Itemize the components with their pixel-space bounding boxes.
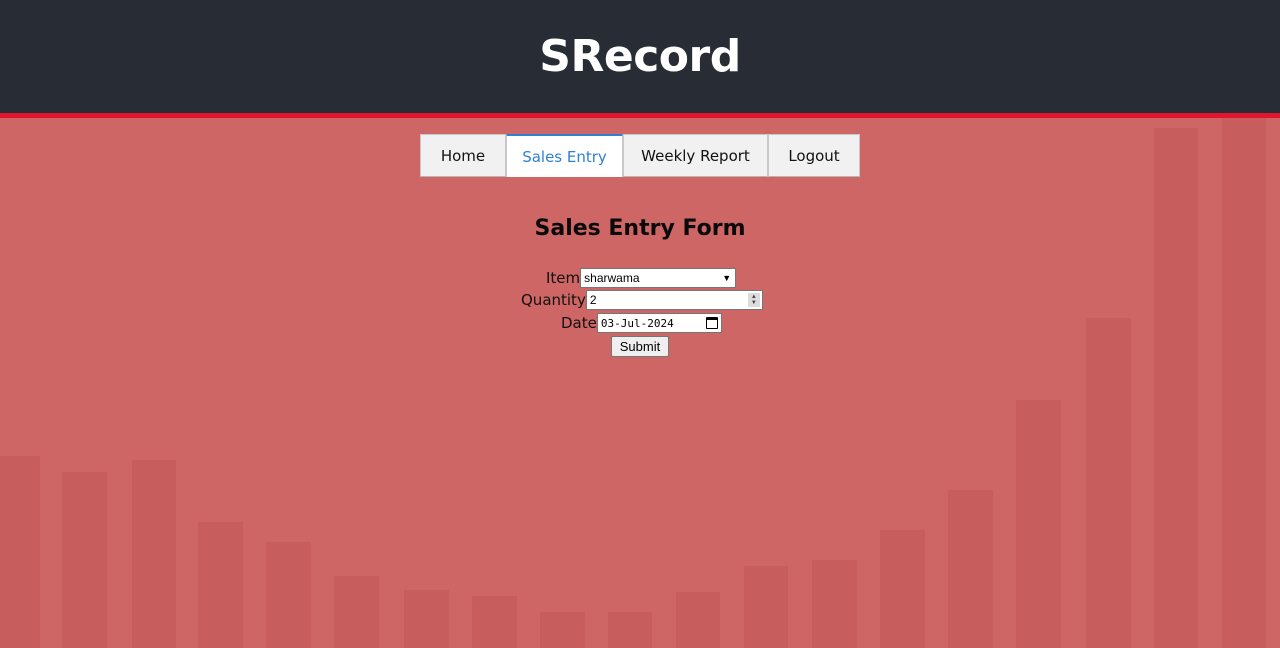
- background-bar: [1086, 318, 1131, 648]
- background-bar: [472, 596, 517, 648]
- app-header: SRecord: [0, 0, 1280, 118]
- tab-sales-entry[interactable]: Sales Entry: [506, 134, 623, 177]
- background-bar: [334, 576, 379, 648]
- quantity-row: Quantity 2 ▲ ▼: [521, 290, 763, 310]
- chevron-down-icon: ▼: [722, 273, 732, 283]
- tab-logout[interactable]: Logout: [768, 134, 860, 177]
- form-title: Sales Entry Form: [534, 216, 746, 241]
- item-label: Item: [546, 269, 581, 287]
- tab-weekly-report[interactable]: Weekly Report: [623, 134, 768, 177]
- background-bar: [880, 530, 925, 648]
- background-bar: [132, 460, 176, 648]
- background-bar: [676, 592, 720, 648]
- background-bar-graphic: [0, 118, 1280, 648]
- quantity-label: Quantity: [521, 291, 586, 309]
- item-row: Item sharwama ▼: [546, 268, 737, 288]
- background-bar: [0, 456, 40, 648]
- date-row: Date 03-Jul-2024: [561, 313, 722, 333]
- background-bar: [62, 472, 107, 648]
- background-bar: [1154, 128, 1198, 648]
- submit-button[interactable]: Submit: [611, 336, 669, 357]
- background-bar: [744, 566, 788, 648]
- item-select-value: sharwama: [584, 271, 640, 285]
- app-title: SRecord: [539, 31, 741, 82]
- quantity-input[interactable]: 2 ▲ ▼: [585, 290, 763, 310]
- item-select[interactable]: sharwama ▼: [580, 268, 737, 288]
- background-bar: [948, 490, 993, 648]
- spinner-arrows-icon[interactable]: ▲ ▼: [747, 293, 760, 307]
- date-input-value: 03-Jul-2024: [600, 316, 674, 330]
- background-bar: [198, 522, 243, 648]
- main-nav: Home Sales Entry Weekly Report Logout: [420, 134, 860, 177]
- calendar-icon[interactable]: [705, 317, 718, 329]
- tab-home[interactable]: Home: [420, 134, 506, 177]
- background-bar: [540, 612, 585, 648]
- background-bar: [404, 590, 449, 648]
- date-label: Date: [561, 314, 597, 332]
- background-bar: [1222, 118, 1266, 648]
- quantity-input-value: 2: [589, 293, 597, 307]
- background-bar: [608, 612, 652, 648]
- background-bar: [812, 560, 857, 648]
- background-bar: [266, 542, 311, 648]
- date-input[interactable]: 03-Jul-2024: [596, 313, 722, 333]
- background-bar: [1016, 400, 1061, 648]
